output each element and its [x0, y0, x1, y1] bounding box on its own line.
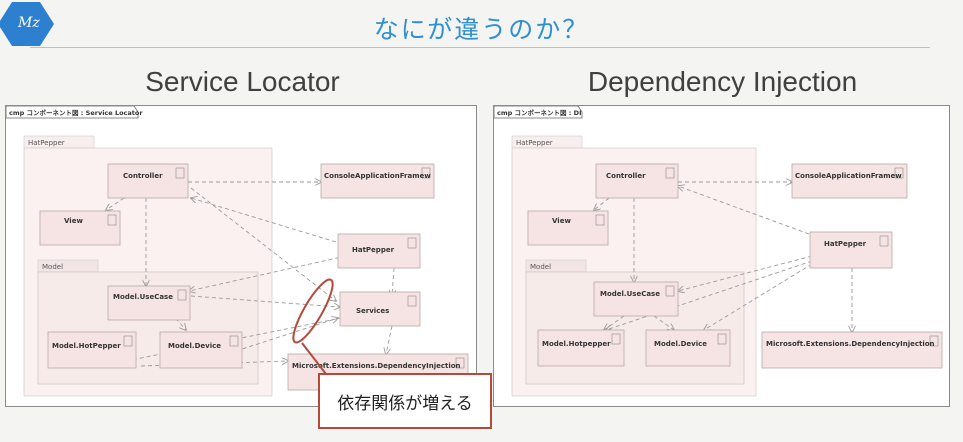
- callout-dependency-increase: 依存関係が増える: [318, 373, 492, 429]
- callout-text: 依存関係が増える: [337, 393, 473, 414]
